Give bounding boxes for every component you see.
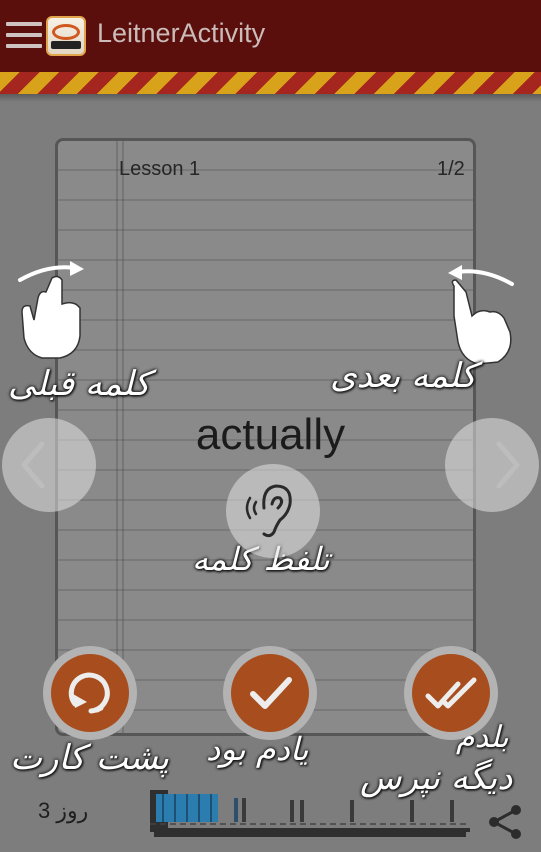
page-indicator: 1/2 — [437, 158, 465, 180]
swipe-right-hand-icon — [18, 261, 84, 359]
flip-card-button[interactable] — [43, 646, 137, 740]
card-back-hint: پشت کارت — [10, 738, 169, 778]
next-word-button[interactable] — [445, 418, 539, 512]
ear-icon — [245, 484, 292, 538]
flip-card-icon — [68, 672, 110, 714]
next-word-hint: کلمه بعدی — [330, 356, 477, 396]
menu-icon[interactable] — [6, 22, 42, 48]
app-bar: LeitnerActivity — [0, 0, 541, 72]
double-check-icon — [425, 677, 477, 709]
swipe-left-hand-icon — [448, 265, 514, 365]
leitner-box-shelf — [150, 790, 470, 837]
remembered-button[interactable] — [223, 646, 317, 740]
chevron-left-icon — [21, 441, 45, 489]
hazard-shadow — [0, 94, 541, 102]
hazard-stripe — [0, 72, 541, 94]
app-title: LeitnerActivity — [97, 18, 266, 48]
previous-word-hint: کلمه قبلی — [8, 364, 151, 404]
chevron-right-icon — [496, 441, 520, 489]
day-counter: روز 3 — [38, 798, 89, 823]
previous-word-button[interactable] — [2, 418, 96, 512]
know-it-button[interactable] — [404, 646, 498, 740]
check-icon — [250, 677, 292, 709]
share-icon[interactable] — [486, 802, 526, 842]
lesson-label: Lesson 1 — [119, 158, 201, 180]
pronounce-button[interactable] — [226, 464, 320, 558]
app-logo — [46, 16, 86, 56]
